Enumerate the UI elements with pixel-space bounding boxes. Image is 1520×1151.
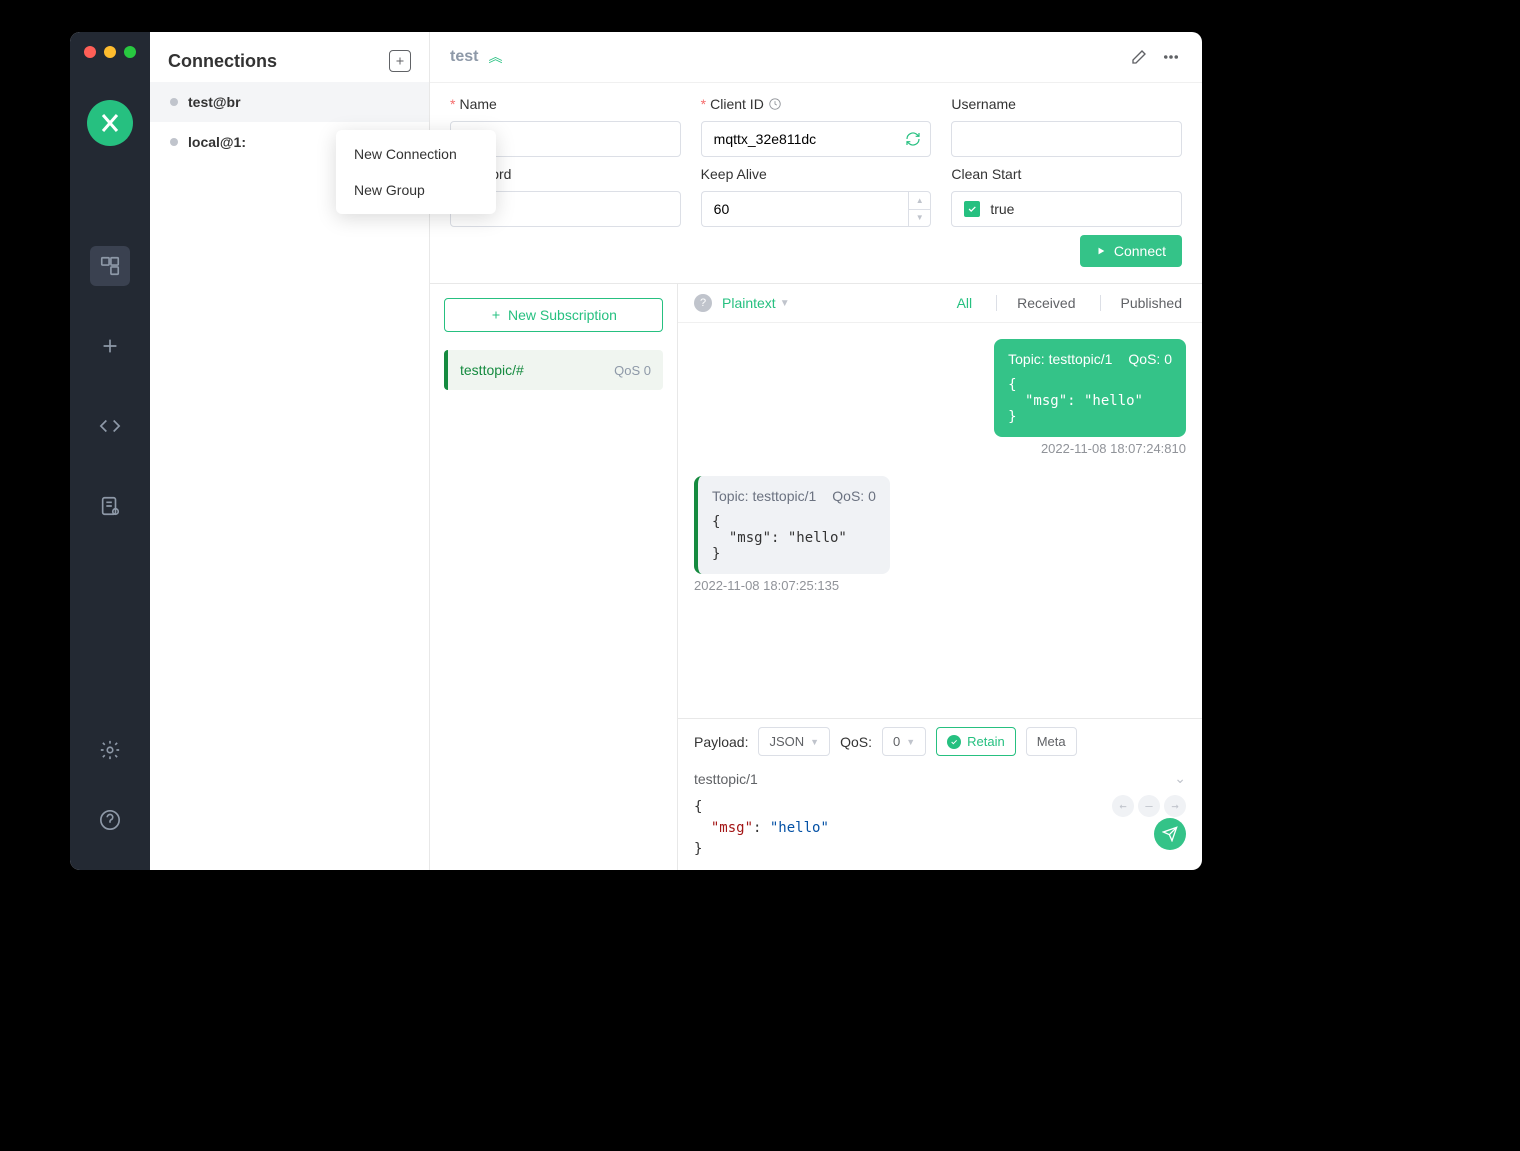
qos-label: QoS: xyxy=(840,734,872,750)
message-qos: QoS: 0 xyxy=(1128,351,1172,367)
meta-button[interactable]: Meta xyxy=(1026,727,1077,756)
add-dropdown: New Connection New Group xyxy=(336,130,496,214)
clock-icon xyxy=(768,97,782,111)
message-bubble-out: Topic: testtopic/1 QoS: 0 { "msg": "hello… xyxy=(994,339,1186,437)
name-label: Name xyxy=(459,96,496,112)
subscription-topic: testtopic/# xyxy=(460,362,524,378)
connection-name: local@1: xyxy=(188,134,246,150)
nav-log-icon[interactable] xyxy=(90,486,130,526)
format-selector[interactable]: Plaintext▼ xyxy=(722,295,790,311)
message-payload: { "msg": "hello" } xyxy=(712,514,876,562)
connection-item[interactable]: test@br xyxy=(150,82,429,122)
message-qos: QoS: 0 xyxy=(832,488,876,504)
chevron-down-icon[interactable]: ⌄ xyxy=(1174,770,1186,787)
nav-connections-icon[interactable] xyxy=(90,246,130,286)
nav-plus-icon[interactable] xyxy=(90,326,130,366)
message-topic: Topic: testtopic/1 xyxy=(1008,351,1112,367)
tab-received[interactable]: Received xyxy=(996,295,1079,311)
history-prev-icon[interactable]: ← xyxy=(1112,795,1134,817)
refresh-icon[interactable] xyxy=(905,131,921,147)
more-icon[interactable] xyxy=(1160,46,1182,68)
nav-help-icon[interactable] xyxy=(90,800,130,840)
new-connection-menu-item[interactable]: New Connection xyxy=(336,136,496,172)
connection-name: test@br xyxy=(188,94,241,110)
subscription-qos: QoS 0 xyxy=(614,363,651,378)
help-icon[interactable]: ? xyxy=(694,294,712,312)
history-next-icon[interactable]: → xyxy=(1164,795,1186,817)
chevron-down-icon: ▼ xyxy=(810,737,819,747)
stepper-down-icon[interactable]: ▼ xyxy=(909,210,930,227)
send-button[interactable] xyxy=(1154,818,1186,850)
keepalive-input[interactable] xyxy=(701,191,908,227)
new-group-menu-item[interactable]: New Group xyxy=(336,172,496,208)
connections-title: Connections xyxy=(168,51,277,72)
cleanstart-toggle[interactable]: true xyxy=(951,191,1182,227)
connect-button[interactable]: Connect xyxy=(1080,235,1182,267)
tab-published[interactable]: Published xyxy=(1100,295,1187,311)
cleanstart-value: true xyxy=(990,201,1014,217)
nav-code-icon[interactable] xyxy=(90,406,130,446)
message-payload: { "msg": "hello" } xyxy=(1008,377,1172,425)
payload-label: Payload: xyxy=(694,734,748,750)
keepalive-label: Keep Alive xyxy=(701,166,767,182)
chevron-down-icon: ▼ xyxy=(906,737,915,747)
window-traffic-lights[interactable] xyxy=(84,46,136,58)
connection-title: test xyxy=(450,48,478,66)
username-label: Username xyxy=(951,96,1016,112)
cleanstart-label: Clean Start xyxy=(951,166,1021,182)
payload-format-selector[interactable]: JSON▼ xyxy=(758,727,830,756)
clientid-input[interactable] xyxy=(701,121,932,157)
clientid-label: Client ID xyxy=(710,96,764,112)
collapse-icon[interactable]: ︽ xyxy=(488,47,502,67)
stepper-up-icon[interactable]: ▲ xyxy=(909,192,930,210)
message-bubble-in: Topic: testtopic/1 QoS: 0 { "msg": "hello… xyxy=(694,476,890,574)
composer-topic[interactable]: testtopic/1 xyxy=(694,771,758,787)
qos-selector[interactable]: 0▼ xyxy=(882,727,926,756)
new-subscription-button[interactable]: New Subscription xyxy=(444,298,663,332)
subscription-item[interactable]: testtopic/# QoS 0 xyxy=(444,350,663,390)
message-timestamp: 2022-11-08 18:07:24:810 xyxy=(694,441,1186,456)
status-dot-icon xyxy=(170,98,178,106)
username-input[interactable] xyxy=(951,121,1182,157)
add-connection-button[interactable] xyxy=(389,50,411,72)
app-logo xyxy=(87,100,133,146)
edit-icon[interactable] xyxy=(1128,46,1150,68)
tab-all[interactable]: All xyxy=(953,295,977,311)
nav-settings-icon[interactable] xyxy=(90,730,130,770)
payload-editor[interactable]: ←—→ { "msg": "hello"} xyxy=(678,793,1202,870)
retain-toggle[interactable]: Retain xyxy=(936,727,1016,756)
message-timestamp: 2022-11-08 18:07:25:135 xyxy=(694,578,1186,593)
history-pause-icon[interactable]: — xyxy=(1138,795,1160,817)
status-dot-icon xyxy=(170,138,178,146)
chevron-down-icon: ▼ xyxy=(780,298,790,309)
message-topic: Topic: testtopic/1 xyxy=(712,488,816,504)
